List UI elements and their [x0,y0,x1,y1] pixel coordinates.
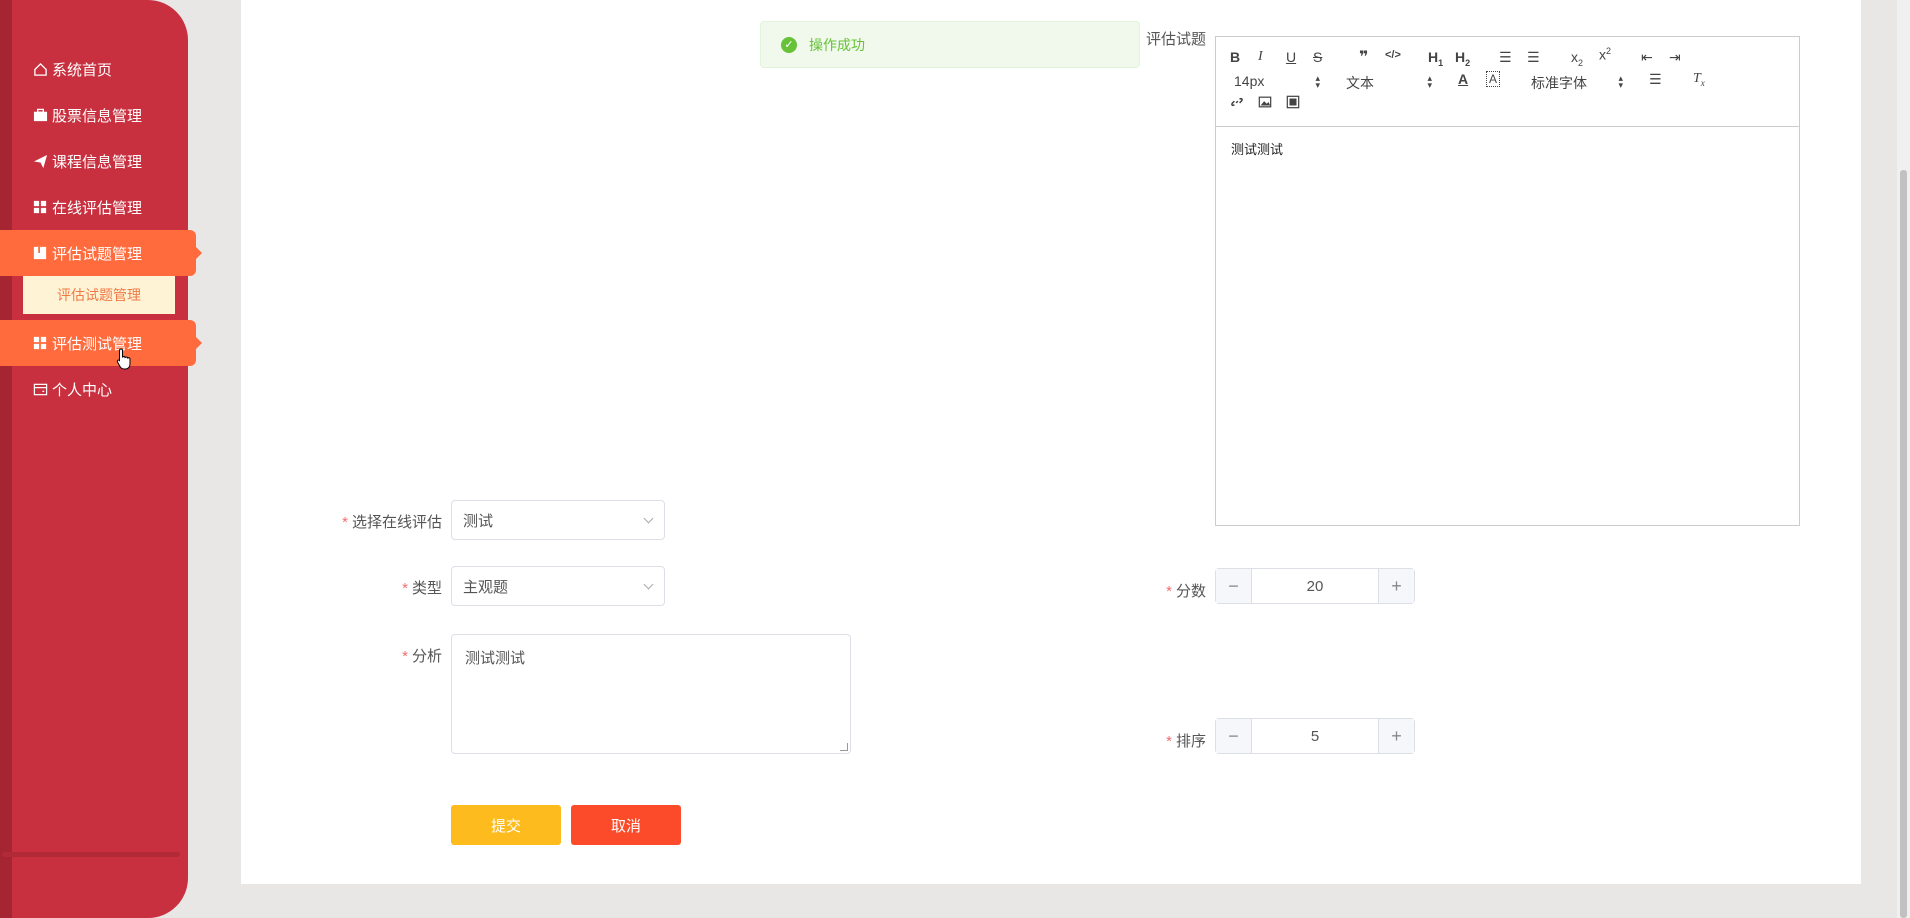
sidebar-item-online-assessment[interactable]: 在线评估管理 [0,184,200,230]
sidebar-item-question-manage[interactable]: 评估试题管理 [0,230,202,276]
italic-icon[interactable]: I [1258,49,1263,65]
bold-icon[interactable]: B [1230,49,1240,65]
question-label: 评估试题 [1145,31,1206,48]
sidebar-item-stock[interactable]: 股票信息管理 [0,92,200,138]
page-scrollbar[interactable] [1897,0,1910,918]
select-arrows-icon: ▴ ▾ [1315,73,1320,90]
font-size-select[interactable]: 14px ▴ ▾ [1234,73,1320,90]
increase-button[interactable]: + [1378,569,1414,603]
cancel-button[interactable]: 取消 [571,805,681,845]
sidebar-item-label: 课程信息管理 [52,153,143,171]
type-label-text: 类型 [411,580,442,597]
score-stepper: − 20 + [1215,568,1415,604]
check-circle-icon: ✓ [781,36,797,53]
chevron-down-icon [643,579,654,590]
score-input[interactable]: 20 [1252,569,1378,603]
sidebar-item-label: 股票信息管理 [52,107,143,125]
order-input[interactable]: 5 [1252,719,1378,753]
select-arrows-icon: ▴ ▾ [1618,73,1623,90]
increase-button[interactable]: + [1378,719,1414,753]
ordered-list-icon[interactable]: ☰ [1499,49,1512,66]
required-mark: * [1166,733,1172,750]
link-icon[interactable] [1230,95,1244,112]
toast-message: 操作成功 [809,36,865,53]
hand-cursor-icon [116,348,132,374]
decrease-button[interactable]: − [1216,569,1252,603]
sidebar-item-label: 系统首页 [52,61,113,79]
grid-icon [32,335,48,351]
type-select-value: 主观题 [463,578,509,596]
order-label: * 排序 [1140,730,1206,751]
heading2-icon[interactable]: H2 [1455,49,1470,68]
superscript-icon[interactable]: x2 [1599,46,1611,63]
submenu-item-question-manage[interactable]: 评估试题管理 [23,276,175,314]
sidebar-item-profile[interactable]: 个人中心 [0,366,200,412]
assessment-label-text: 选择在线评估 [351,514,442,531]
submit-button[interactable]: 提交 [451,805,561,845]
sidebar-item-label: 个人中心 [52,381,113,399]
sidebar-item-label: 评估试题管理 [52,245,143,263]
header-select-value: 文本 [1346,75,1374,91]
sidebar-item-course[interactable]: 课程信息管理 [0,138,200,184]
assessment-label: * 选择在线评估 [330,511,442,532]
sidebar-item-home[interactable]: 系统首页 [0,46,200,92]
outdent-icon[interactable]: ⇤ [1641,49,1653,66]
assessment-select[interactable]: 测试 [451,500,665,540]
editor-content[interactable]: 测试测试 [1216,127,1799,170]
required-mark: * [402,648,408,665]
success-toast: ✓ 操作成功 [760,21,1140,68]
wallet-icon [32,381,48,397]
paper-plane-icon [32,153,48,169]
book-icon [32,245,48,261]
code-block-icon[interactable]: </> [1385,49,1401,61]
score-label-text: 分数 [1175,583,1206,600]
font-family-value: 标准字体 [1531,75,1587,91]
subscript-icon[interactable]: x2 [1571,49,1583,68]
analysis-label-text: 分析 [411,648,442,665]
briefcase-icon [32,107,48,123]
scrollbar-thumb[interactable] [1900,170,1907,918]
video-icon[interactable] [1286,95,1300,112]
required-mark: * [402,580,408,597]
analysis-label: * 分析 [330,645,442,666]
score-label: * 分数 [1140,580,1206,601]
order-stepper: − 5 + [1215,718,1415,754]
assessment-select-value: 测试 [463,512,494,530]
order-label-text: 排序 [1175,733,1206,750]
image-icon[interactable] [1258,95,1272,112]
background-color-icon[interactable]: A [1486,71,1501,87]
required-mark: * [342,514,348,531]
home-icon [32,61,48,77]
rich-text-editor: B I U S ❞ </> H1 H2 ☰ ☰ x2 x2 ⇤ ⇥ 14px ▴… [1215,36,1800,526]
underline-icon[interactable]: U [1286,49,1296,65]
select-arrows-icon: ▴ ▾ [1427,73,1432,90]
analysis-value: 测试测试 [465,650,526,667]
required-mark: * [1166,583,1172,600]
indent-icon[interactable]: ⇥ [1669,49,1681,66]
sidebar: 系统首页 股票信息管理 课程信息管理 在线评估管理 评估试题管理 评估试题管理 … [0,0,202,918]
strikethrough-icon[interactable]: S [1313,49,1322,65]
heading1-icon[interactable]: H1 [1428,49,1443,68]
clear-format-icon[interactable]: Tx [1693,71,1705,88]
sidebar-scrollbar[interactable] [2,852,180,857]
sidebar-item-label: 在线评估管理 [52,199,143,217]
editor-toolbar: B I U S ❞ </> H1 H2 ☰ ☰ x2 x2 ⇤ ⇥ 14px ▴… [1216,37,1799,127]
type-select[interactable]: 主观题 [451,566,665,606]
chevron-down-icon [643,513,654,524]
type-label: * 类型 [330,577,442,598]
sidebar-item-test-manage[interactable]: 评估测试管理 [0,320,202,366]
grid-icon [32,199,48,215]
font-color-icon[interactable]: A [1458,71,1468,87]
blockquote-icon[interactable]: ❞ [1359,47,1368,67]
analysis-textarea[interactable]: 测试测试 [451,634,851,754]
align-icon[interactable]: ☰ [1649,71,1662,88]
resize-handle-icon[interactable] [840,743,848,751]
header-select[interactable]: 文本 ▴ ▾ [1346,73,1432,93]
font-family-select[interactable]: 标准字体 ▴ ▾ [1531,73,1623,93]
decrease-button[interactable]: − [1216,719,1252,753]
sidebar-menu: 系统首页 股票信息管理 课程信息管理 在线评估管理 评估试题管理 评估试题管理 … [0,46,202,412]
bullet-list-icon[interactable]: ☰ [1527,49,1540,66]
font-size-value: 14px [1234,73,1265,89]
